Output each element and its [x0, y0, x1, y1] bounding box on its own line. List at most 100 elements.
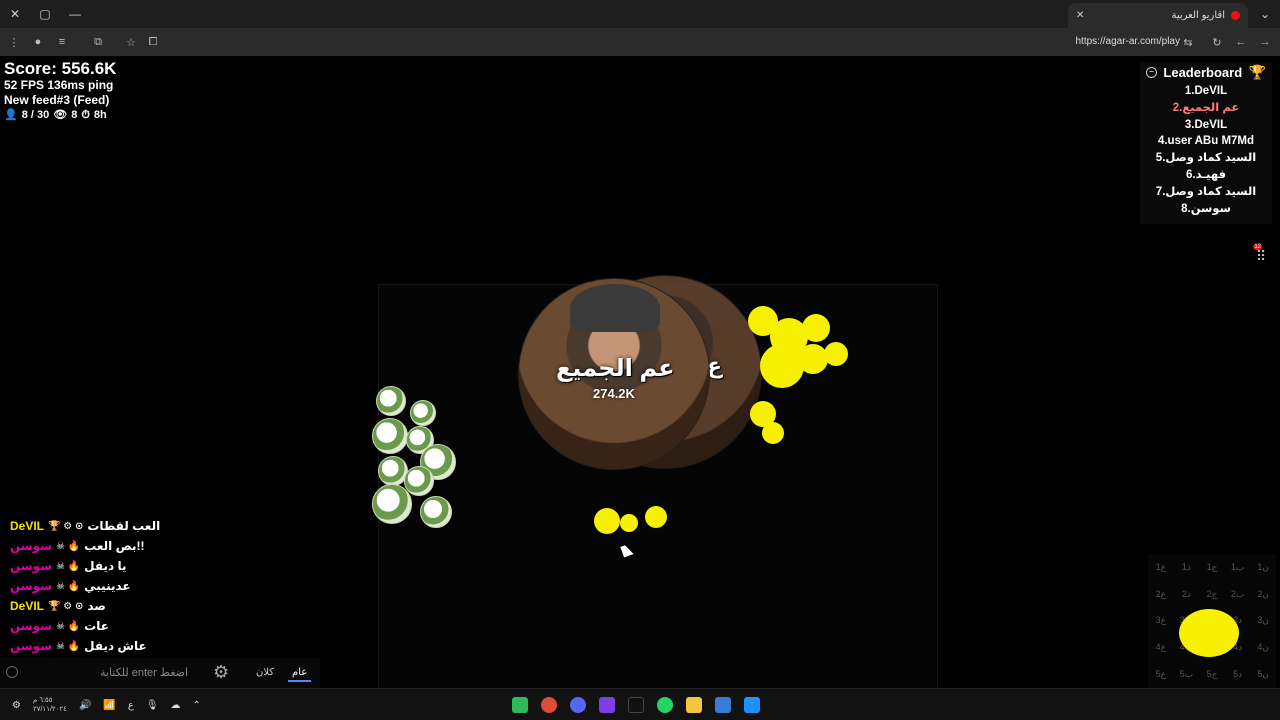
chat-username[interactable]: سوسن	[10, 539, 52, 553]
forward-icon[interactable]: →	[1253, 28, 1277, 56]
game-app-icon[interactable]	[512, 697, 528, 713]
menu-icon[interactable]: ⋮	[2, 28, 26, 56]
maximize-icon[interactable]: ▢	[30, 0, 60, 28]
chat-text: عاش ديفل	[84, 639, 147, 653]
chat-username[interactable]: DeVIL	[10, 599, 44, 613]
chat-message: سوسن ☠ 🔥 عاش ديفل	[10, 636, 190, 656]
chevron-up-icon[interactable]: ⌃	[193, 700, 201, 711]
chat-text: عات	[84, 619, 109, 633]
chat-text: عدينيبي	[84, 579, 131, 593]
grid-icon: ⠿	[1256, 248, 1267, 264]
settings-gear-icon[interactable]: ⚙	[213, 662, 229, 683]
leaderboard-title: Leaderboard	[1163, 65, 1243, 80]
whatsapp-icon[interactable]	[657, 697, 673, 713]
chat-text: يا ديفل	[84, 559, 127, 573]
minimap-cell: 2ع	[1155, 588, 1166, 599]
language-indicator[interactable]: ع	[128, 700, 134, 711]
microphone-icon[interactable]: 🎙	[146, 700, 159, 711]
site-settings-icon[interactable]: ⇆	[1176, 28, 1200, 56]
minimap-cell: 1ن	[1257, 561, 1269, 572]
enemy-cell	[762, 422, 784, 444]
chat-username[interactable]: سوسن	[10, 579, 52, 593]
virus-cell	[410, 400, 436, 426]
browser-tab[interactable]: اقاريو العربية ✕	[1068, 3, 1248, 28]
store-icon[interactable]	[715, 697, 731, 713]
chat-username[interactable]: سوسن	[10, 639, 52, 653]
enemy-cell	[620, 514, 638, 532]
discord-icon[interactable]	[570, 697, 586, 713]
file-explorer-icon[interactable]	[686, 697, 702, 713]
apps-button[interactable]: ⠿ 12	[1253, 244, 1270, 264]
system-tray: ⚙ ٦:٥٥ م ٢٧/١١/٢٠٢٤ 🔊 📶 ع 🎙 ☁ ⌃	[12, 689, 201, 720]
notification-badge: 12	[1253, 244, 1262, 250]
back-icon[interactable]: ←	[1229, 28, 1253, 56]
timer-icon: ⏱	[81, 109, 90, 121]
reload-icon[interactable]: ↻	[1205, 28, 1229, 56]
leaderboard-row: السيد كماد وصل.7	[1155, 185, 1257, 198]
minimap-cell: 4ن	[1257, 642, 1269, 653]
chrome-icon[interactable]	[541, 697, 557, 713]
chat-username[interactable]: سوسن	[10, 619, 52, 633]
tab-search-icon[interactable]: ⌄	[1250, 0, 1280, 28]
minimap-cell: 1ع	[1155, 561, 1166, 572]
enemy-cell	[594, 508, 620, 534]
app-icon[interactable]	[599, 697, 615, 713]
browser-titlebar: ✕ ▢ — + اقاريو العربية ✕ ⌄	[0, 0, 1280, 28]
minimap-cell: 3ع	[1155, 615, 1166, 626]
minimap-cell: 5ج	[1206, 669, 1218, 680]
extensions-icon[interactable]: ⧉	[86, 28, 110, 56]
chat-message: سوسن ☠ 🔥 عات	[10, 616, 190, 636]
minimap-cell: 2ذ	[1181, 588, 1191, 599]
close-window-icon[interactable]: ✕	[0, 0, 30, 28]
clock[interactable]: ٦:٥٥ م ٢٧/١١/٢٠٢٤	[33, 696, 67, 714]
minimap-cell: 5ب	[1179, 669, 1194, 680]
address-bar[interactable]: https://agar-ar.com/play	[1076, 34, 1181, 50]
collapse-icon[interactable]: −	[1146, 67, 1157, 78]
eye-icon: 👁	[53, 109, 68, 121]
chat-message: DeVIL 🏆 ⚙ ⊙ صد	[10, 596, 190, 616]
chat-text: العب لقطات	[87, 519, 161, 533]
user-icon: 👤	[4, 109, 18, 121]
server-stats: 👤 8 / 30 👁 8 ⏱ 8h	[4, 108, 116, 123]
tiktok-icon[interactable]	[628, 697, 644, 713]
minimize-icon[interactable]: —	[60, 0, 90, 28]
wifi-icon[interactable]: 📶	[103, 700, 115, 711]
windows-start-icon[interactable]	[744, 697, 760, 713]
tab-general[interactable]: عام	[288, 665, 312, 682]
share-icon[interactable]: ⧠	[141, 28, 165, 56]
volume-icon[interactable]: 🔊	[79, 700, 91, 711]
trophy-icon: 🏆 ⚙ ⊙	[48, 600, 84, 612]
minimap-player-marker	[1179, 609, 1239, 657]
chat-panel: DeVIL 🏆 ⚙ ⊙ العب لقطات سوسن ☠ 🔥 بص العب!! سوسن…	[10, 516, 190, 656]
profile-icon[interactable]: ●	[26, 28, 50, 56]
leaderboard-row: 4.user ABu M7Md	[1157, 135, 1255, 148]
settings-icon[interactable]: ⚙	[12, 700, 21, 711]
enemy-cell	[802, 314, 830, 342]
chat-username[interactable]: سوسن	[10, 559, 52, 573]
enemy-cell	[645, 506, 667, 528]
leaderboard-row: 3.DeVIL	[1184, 118, 1228, 131]
leaderboard-header: − Leaderboard 🏆	[1140, 62, 1272, 83]
leaderboard-row: فهيـد.6	[1186, 168, 1226, 181]
feed-text: New feed#3 (Feed)	[4, 93, 110, 107]
game-canvas[interactable]: Score: 556.6K 52 FPS 136ms ping New feed…	[0, 56, 1280, 688]
chat-username[interactable]: DeVIL	[10, 519, 44, 533]
minimap-cell: 5ع	[1155, 669, 1166, 680]
bookmark-star-icon[interactable]: ☆	[119, 28, 143, 56]
minimap-cell: 1ب	[1230, 561, 1245, 572]
emoji-icon[interactable]	[6, 666, 18, 678]
minimap-cell: 2ج	[1206, 588, 1218, 599]
taskbar: ⚙ ٦:٥٥ م ٢٧/١١/٢٠٢٤ 🔊 📶 ع 🎙 ☁ ⌃	[0, 688, 1280, 720]
cloud-icon[interactable]: ☁	[171, 700, 181, 711]
time-text: 8h	[93, 109, 107, 121]
close-tab-icon[interactable]: ✕	[1076, 10, 1084, 21]
player-name: عم الجميع	[556, 355, 675, 382]
tab-clan[interactable]: كلان	[252, 665, 278, 680]
tune-icon[interactable]: ≡	[50, 28, 74, 56]
flame-icon: ☠ 🔥	[55, 620, 81, 632]
chat-input[interactable]: اضغط enter للكتابة	[100, 666, 188, 679]
minimap-cell: 2ب	[1230, 588, 1245, 599]
leaderboard-row: السيد كماد وصل.5	[1155, 152, 1257, 165]
tab-title: اقاريو العربية	[1171, 10, 1226, 21]
chat-bar: اضغط enter للكتابة ⚙ كلان عام	[0, 658, 320, 688]
